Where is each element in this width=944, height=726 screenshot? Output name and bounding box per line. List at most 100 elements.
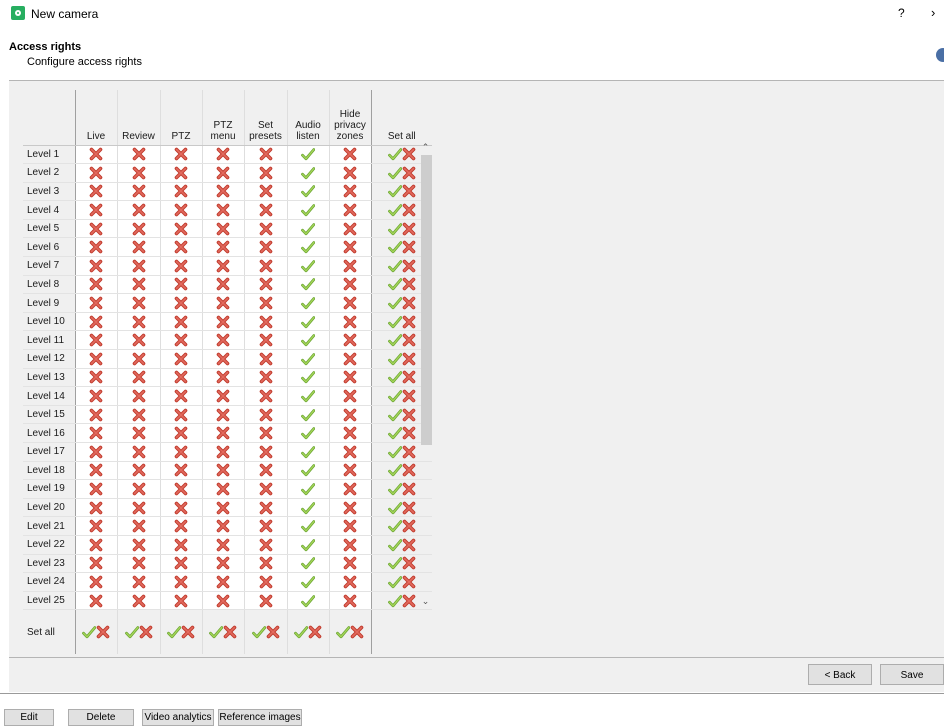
permission-cell[interactable] xyxy=(329,237,372,258)
check-icon[interactable] xyxy=(251,625,266,639)
permission-cell[interactable] xyxy=(202,275,245,295)
permission-cell[interactable] xyxy=(329,163,372,183)
cross-icon[interactable] xyxy=(216,594,230,608)
cross-icon[interactable] xyxy=(343,370,357,384)
permission-cell[interactable] xyxy=(287,442,330,462)
cross-icon[interactable] xyxy=(89,333,103,347)
check-icon[interactable] xyxy=(387,277,402,291)
cross-icon[interactable] xyxy=(402,277,416,291)
cross-icon[interactable] xyxy=(350,625,364,639)
permission-cell[interactable] xyxy=(75,200,118,220)
cross-icon[interactable] xyxy=(343,296,357,310)
permission-cell[interactable] xyxy=(160,275,203,295)
check-icon[interactable] xyxy=(387,240,402,254)
permission-cell[interactable] xyxy=(117,163,161,183)
cross-icon[interactable] xyxy=(259,147,273,161)
cross-icon[interactable] xyxy=(259,445,273,459)
cross-icon[interactable] xyxy=(259,389,273,403)
cross-icon[interactable] xyxy=(343,482,357,496)
cross-icon[interactable] xyxy=(132,389,146,403)
permission-cell[interactable] xyxy=(160,554,203,574)
cross-icon[interactable] xyxy=(259,166,273,180)
cross-icon[interactable] xyxy=(266,625,280,639)
cross-icon[interactable] xyxy=(89,240,103,254)
permission-cell[interactable] xyxy=(160,368,203,388)
permission-cell[interactable] xyxy=(75,237,118,258)
permission-cell[interactable] xyxy=(202,163,245,183)
permission-cell[interactable] xyxy=(75,498,118,518)
video-analytics-button[interactable]: Video analytics xyxy=(142,709,214,726)
cross-icon[interactable] xyxy=(259,575,273,589)
permission-cell[interactable] xyxy=(287,330,330,351)
permission-cell[interactable] xyxy=(75,386,118,406)
cross-icon[interactable] xyxy=(174,370,188,384)
permission-cell[interactable] xyxy=(117,479,161,499)
cross-icon[interactable] xyxy=(174,445,188,459)
cross-icon[interactable] xyxy=(132,463,146,477)
check-icon[interactable] xyxy=(301,333,315,347)
permission-cell[interactable] xyxy=(329,535,372,555)
cross-icon[interactable] xyxy=(174,296,188,310)
permission-cell[interactable] xyxy=(160,591,203,611)
permission-cell[interactable] xyxy=(244,163,288,183)
permission-cell[interactable] xyxy=(117,330,161,351)
permission-cell[interactable] xyxy=(160,535,203,555)
permission-cell[interactable] xyxy=(244,591,288,611)
permission-cell[interactable] xyxy=(202,219,245,239)
cross-icon[interactable] xyxy=(216,315,230,329)
check-icon[interactable] xyxy=(301,389,315,403)
cross-icon[interactable] xyxy=(402,575,416,589)
cross-icon[interactable] xyxy=(216,240,230,254)
cross-icon[interactable] xyxy=(132,519,146,533)
permission-cell[interactable] xyxy=(287,461,330,481)
permission-cell[interactable] xyxy=(75,145,118,165)
permission-cell[interactable] xyxy=(75,330,118,351)
check-icon[interactable] xyxy=(387,463,402,477)
cross-icon[interactable] xyxy=(343,575,357,589)
check-icon[interactable] xyxy=(301,259,315,273)
check-icon[interactable] xyxy=(387,147,402,161)
permission-cell[interactable] xyxy=(202,405,245,425)
permission-cell[interactable] xyxy=(329,368,372,388)
cross-icon[interactable] xyxy=(259,408,273,422)
permission-cell[interactable] xyxy=(202,591,245,611)
permission-cell[interactable] xyxy=(160,256,203,276)
cross-icon[interactable] xyxy=(174,501,188,515)
check-icon[interactable] xyxy=(387,556,402,570)
permission-cell[interactable] xyxy=(329,516,372,536)
cross-icon[interactable] xyxy=(89,519,103,533)
permission-cell[interactable] xyxy=(160,219,203,239)
scroll-down-icon[interactable]: ⌄ xyxy=(419,595,432,607)
permission-cell[interactable] xyxy=(244,293,288,313)
cross-icon[interactable] xyxy=(174,519,188,533)
cross-icon[interactable] xyxy=(402,240,416,254)
permission-cell[interactable] xyxy=(117,591,161,611)
cross-icon[interactable] xyxy=(343,333,357,347)
cross-icon[interactable] xyxy=(174,203,188,217)
cross-icon[interactable] xyxy=(174,222,188,236)
check-icon[interactable] xyxy=(301,370,315,384)
cross-icon[interactable] xyxy=(89,556,103,570)
permission-cell[interactable] xyxy=(287,516,330,536)
permission-cell[interactable] xyxy=(329,405,372,425)
cross-icon[interactable] xyxy=(402,166,416,180)
permission-cell[interactable] xyxy=(117,293,161,313)
permission-cell[interactable] xyxy=(287,219,330,239)
check-icon[interactable] xyxy=(301,501,315,515)
permission-cell[interactable] xyxy=(329,554,372,574)
cross-icon[interactable] xyxy=(402,259,416,273)
cross-icon[interactable] xyxy=(89,426,103,440)
delete-button[interactable]: Delete xyxy=(68,709,134,726)
cross-icon[interactable] xyxy=(132,482,146,496)
permission-cell[interactable] xyxy=(160,330,203,351)
cross-icon[interactable] xyxy=(259,352,273,366)
permission-cell[interactable] xyxy=(117,200,161,220)
cross-icon[interactable] xyxy=(216,426,230,440)
cross-icon[interactable] xyxy=(402,203,416,217)
cross-icon[interactable] xyxy=(216,519,230,533)
cross-icon[interactable] xyxy=(216,166,230,180)
permission-cell[interactable] xyxy=(244,219,288,239)
cross-icon[interactable] xyxy=(132,147,146,161)
cross-icon[interactable] xyxy=(216,575,230,589)
check-icon[interactable] xyxy=(301,426,315,440)
